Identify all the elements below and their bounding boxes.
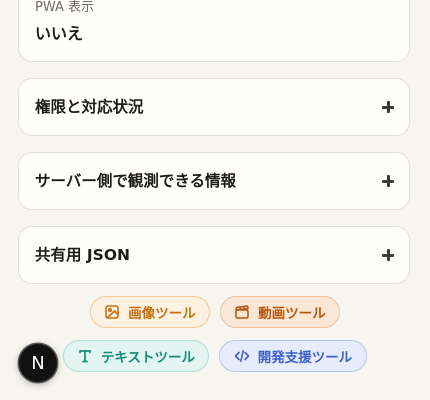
dev-tools-link[interactable]: 開発支援ツール: [219, 340, 367, 372]
text-tools-label: テキストツール: [100, 350, 196, 366]
video-tools-link[interactable]: 動画ツール: [220, 296, 340, 328]
text-type-icon: [79, 350, 91, 363]
image-tools-label: 画像ツール: [128, 306, 196, 322]
code-icon: [234, 350, 250, 362]
pwa-display-label: PWA 表示: [35, 0, 95, 15]
plus-icon[interactable]: [381, 248, 395, 262]
accordion-server-info[interactable]: サーバー側で観測できる情報: [18, 152, 410, 210]
image-icon: [105, 305, 120, 319]
clapperboard-icon: [235, 305, 250, 319]
dev-tools-label: 開発支援ツール: [257, 350, 353, 366]
plus-icon[interactable]: [381, 100, 395, 114]
accordion-shared-json[interactable]: 共有用 JSON: [18, 226, 410, 284]
accordion-permissions[interactable]: 権限と対応状況: [18, 78, 410, 136]
image-tools-link[interactable]: 画像ツール: [90, 296, 210, 328]
video-tools-label: 動画ツール: [258, 306, 326, 322]
avatar-letter: N: [31, 352, 45, 374]
accordion-title: サーバー側で観測できる情報: [35, 172, 237, 190]
accordion-title: 共有用 JSON: [35, 246, 130, 264]
plus-icon[interactable]: [381, 174, 395, 188]
accordion-title: 権限と対応状況: [35, 98, 144, 116]
pwa-display-value: いいえ: [35, 24, 84, 43]
avatar[interactable]: N: [19, 344, 57, 382]
text-tools-link[interactable]: テキストツール: [63, 340, 209, 372]
pwa-display-card: PWA 表示 いいえ: [18, 0, 410, 62]
